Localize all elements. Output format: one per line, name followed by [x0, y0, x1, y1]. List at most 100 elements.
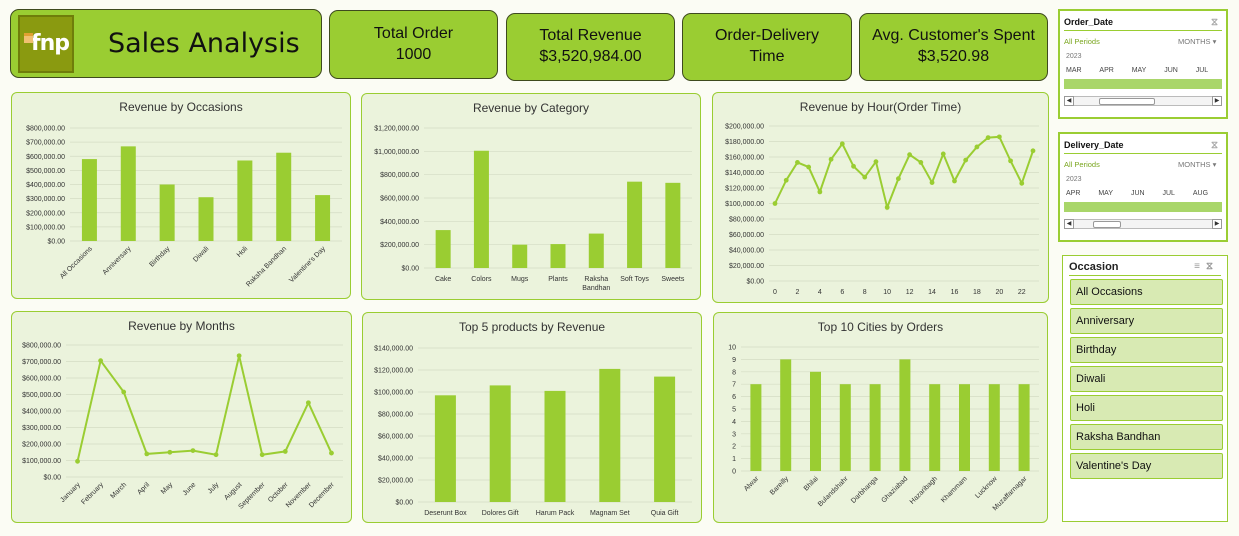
timeline-month[interactable]: JUN — [1131, 190, 1145, 197]
x-tick-label: Darbhanga — [850, 475, 880, 505]
x-tick-label: February — [80, 481, 105, 506]
x-tick-label: Cake — [435, 276, 451, 283]
timeline-scrollbar[interactable]: ◀ ▶ — [1064, 219, 1222, 229]
timeline-month[interactable]: APR — [1066, 190, 1080, 197]
chart-revenue-by-category: Revenue by Category $0.00 $200,000.00 $400… — [361, 93, 701, 300]
x-tick-label: All Occasions — [59, 245, 94, 280]
logo-text: fnp — [31, 31, 70, 56]
bar — [435, 230, 451, 268]
x-tick-label: Plants — [548, 276, 568, 283]
timeline-header: Delivery_Date ⧖ — [1064, 138, 1222, 154]
timeline-unit-dropdown[interactable]: MONTHS ▾ — [1178, 160, 1216, 169]
timeline-scrollbar[interactable]: ◀ ▶ — [1064, 96, 1222, 106]
timeline-selection-bar[interactable] — [1064, 202, 1222, 212]
scroll-thumb[interactable] — [1099, 98, 1155, 105]
title-tile: fnp Sales Analysis — [10, 9, 322, 78]
y-tick-label: $140,000.00 — [374, 346, 413, 353]
data-point — [873, 159, 879, 165]
timeline-month[interactable]: MAR — [1066, 67, 1082, 74]
timeline-month[interactable]: MAY — [1132, 67, 1147, 74]
data-point — [817, 189, 823, 195]
kpi-label: Order-Delivery — [714, 27, 819, 44]
y-tick-label: $0.00 — [401, 266, 419, 273]
scroll-right-icon[interactable]: ▶ — [1212, 219, 1222, 229]
timeline-month[interactable]: MAY — [1098, 190, 1113, 197]
y-tick-label: $0.00 — [395, 500, 413, 507]
timeline-header: Order_Date ⧖ — [1064, 15, 1222, 31]
timeline-month[interactable]: JUN — [1164, 67, 1178, 74]
slicer-item[interactable]: Birthday — [1070, 337, 1223, 363]
y-tick-label: $700,000.00 — [26, 140, 65, 147]
bar — [81, 159, 97, 241]
bar — [899, 359, 911, 471]
y-tick-label: $200,000.00 — [725, 124, 764, 131]
y-tick-label: $80,000.00 — [729, 217, 764, 224]
chart-top-products: Top 5 products by Revenue $0.00 $20,000.0… — [362, 312, 702, 523]
slicer-item[interactable]: All Occasions — [1070, 279, 1223, 305]
delivery-date-timeline[interactable]: Delivery_Date ⧖ All Periods MONTHS ▾ 202… — [1058, 132, 1228, 242]
chart-svg: $0.00 $100,000.00 $200,000.00 $300,000.00 $4… — [26, 126, 342, 288]
timeline-month[interactable]: JUL — [1163, 190, 1175, 197]
bar — [120, 146, 136, 241]
y-tick-label: $200,000.00 — [26, 210, 65, 217]
y-tick-label: 3 — [732, 431, 736, 438]
x-tick-label: March — [109, 481, 128, 500]
slicer-header: Occasion ≡⧖ — [1069, 260, 1221, 276]
scroll-thumb[interactable] — [1093, 221, 1121, 228]
timeline-month[interactable]: JUL — [1196, 67, 1208, 74]
y-tick-label: $180,000.00 — [725, 139, 764, 146]
data-point — [895, 176, 901, 182]
data-point — [929, 180, 935, 185]
bar — [929, 384, 941, 471]
bar — [550, 244, 566, 268]
slicer-item[interactable]: Valentine's Day — [1070, 453, 1223, 479]
chart-svg: 0 1 2 3 4 5 6 7 8 9 10 Alwar Bareilly BhilaiBulandsha… — [728, 345, 1039, 512]
chevron-down-icon: ▾ — [1212, 160, 1217, 169]
data-point — [795, 160, 800, 165]
order-date-timeline[interactable]: Order_Date ⧖ All Periods MONTHS ▾ 2023 M… — [1058, 9, 1228, 119]
bar — [599, 368, 621, 502]
bar — [434, 395, 456, 502]
data-point — [952, 178, 957, 184]
timeline-periods[interactable]: All Periods — [1064, 37, 1100, 46]
timeline-month[interactable]: AUG — [1193, 190, 1208, 197]
timeline-month[interactable]: APR — [1099, 67, 1113, 74]
scroll-left-icon[interactable]: ◀ — [1064, 96, 1074, 106]
timeline-title: Order_Date — [1064, 17, 1114, 27]
slicer-item[interactable]: Diwali — [1070, 366, 1223, 392]
x-tick-label: Deserunt Box — [424, 510, 467, 517]
scroll-right-icon[interactable]: ▶ — [1212, 96, 1222, 106]
kpi-label: Total Revenue — [539, 27, 642, 44]
y-tick-label: $800,000.00 — [22, 343, 61, 350]
kpi-value: $3,520,984.00 — [539, 48, 642, 65]
y-tick-label: $200,000.00 — [380, 242, 419, 249]
timeline-selection-bar[interactable] — [1064, 79, 1222, 89]
data-point — [167, 449, 173, 455]
timeline-periods[interactable]: All Periods — [1064, 160, 1100, 169]
clear-filter-icon[interactable]: ⧖ — [1211, 139, 1218, 153]
bar — [959, 384, 970, 471]
data-point — [828, 156, 834, 162]
slicer-item[interactable]: Anniversary — [1070, 308, 1223, 334]
chevron-down-icon: ▾ — [1212, 37, 1217, 46]
x-tick-label: 4 — [818, 289, 822, 296]
x-tick-label: October — [267, 481, 290, 504]
clear-filter-icon[interactable]: ⧖ — [1211, 16, 1218, 30]
bar — [869, 384, 881, 471]
x-tick-label: 2 — [795, 289, 799, 296]
slicer-item[interactable]: Holi — [1070, 395, 1223, 421]
multi-select-icon[interactable]: ≡ — [1194, 261, 1206, 272]
chart-svg: $0.00 $100,000.00 $200,000.00 $300,000.00 $4… — [22, 343, 343, 511]
y-tick-label: $400,000.00 — [22, 409, 61, 416]
bar — [489, 385, 511, 502]
data-point — [75, 458, 80, 464]
fnp-logo: fnp — [18, 14, 74, 73]
clear-filter-icon[interactable]: ⧖ — [1206, 261, 1219, 272]
y-tick-label: $500,000.00 — [22, 392, 61, 399]
x-tick-label: Mugs — [511, 276, 529, 283]
scroll-left-icon[interactable]: ◀ — [1064, 219, 1074, 229]
y-tick-label: $100,000.00 — [22, 458, 61, 465]
slicer-item[interactable]: Raksha Bandhan — [1070, 424, 1223, 450]
timeline-unit-dropdown[interactable]: MONTHS ▾ — [1178, 37, 1216, 46]
timeline-unit: MONTHS — [1178, 37, 1211, 46]
